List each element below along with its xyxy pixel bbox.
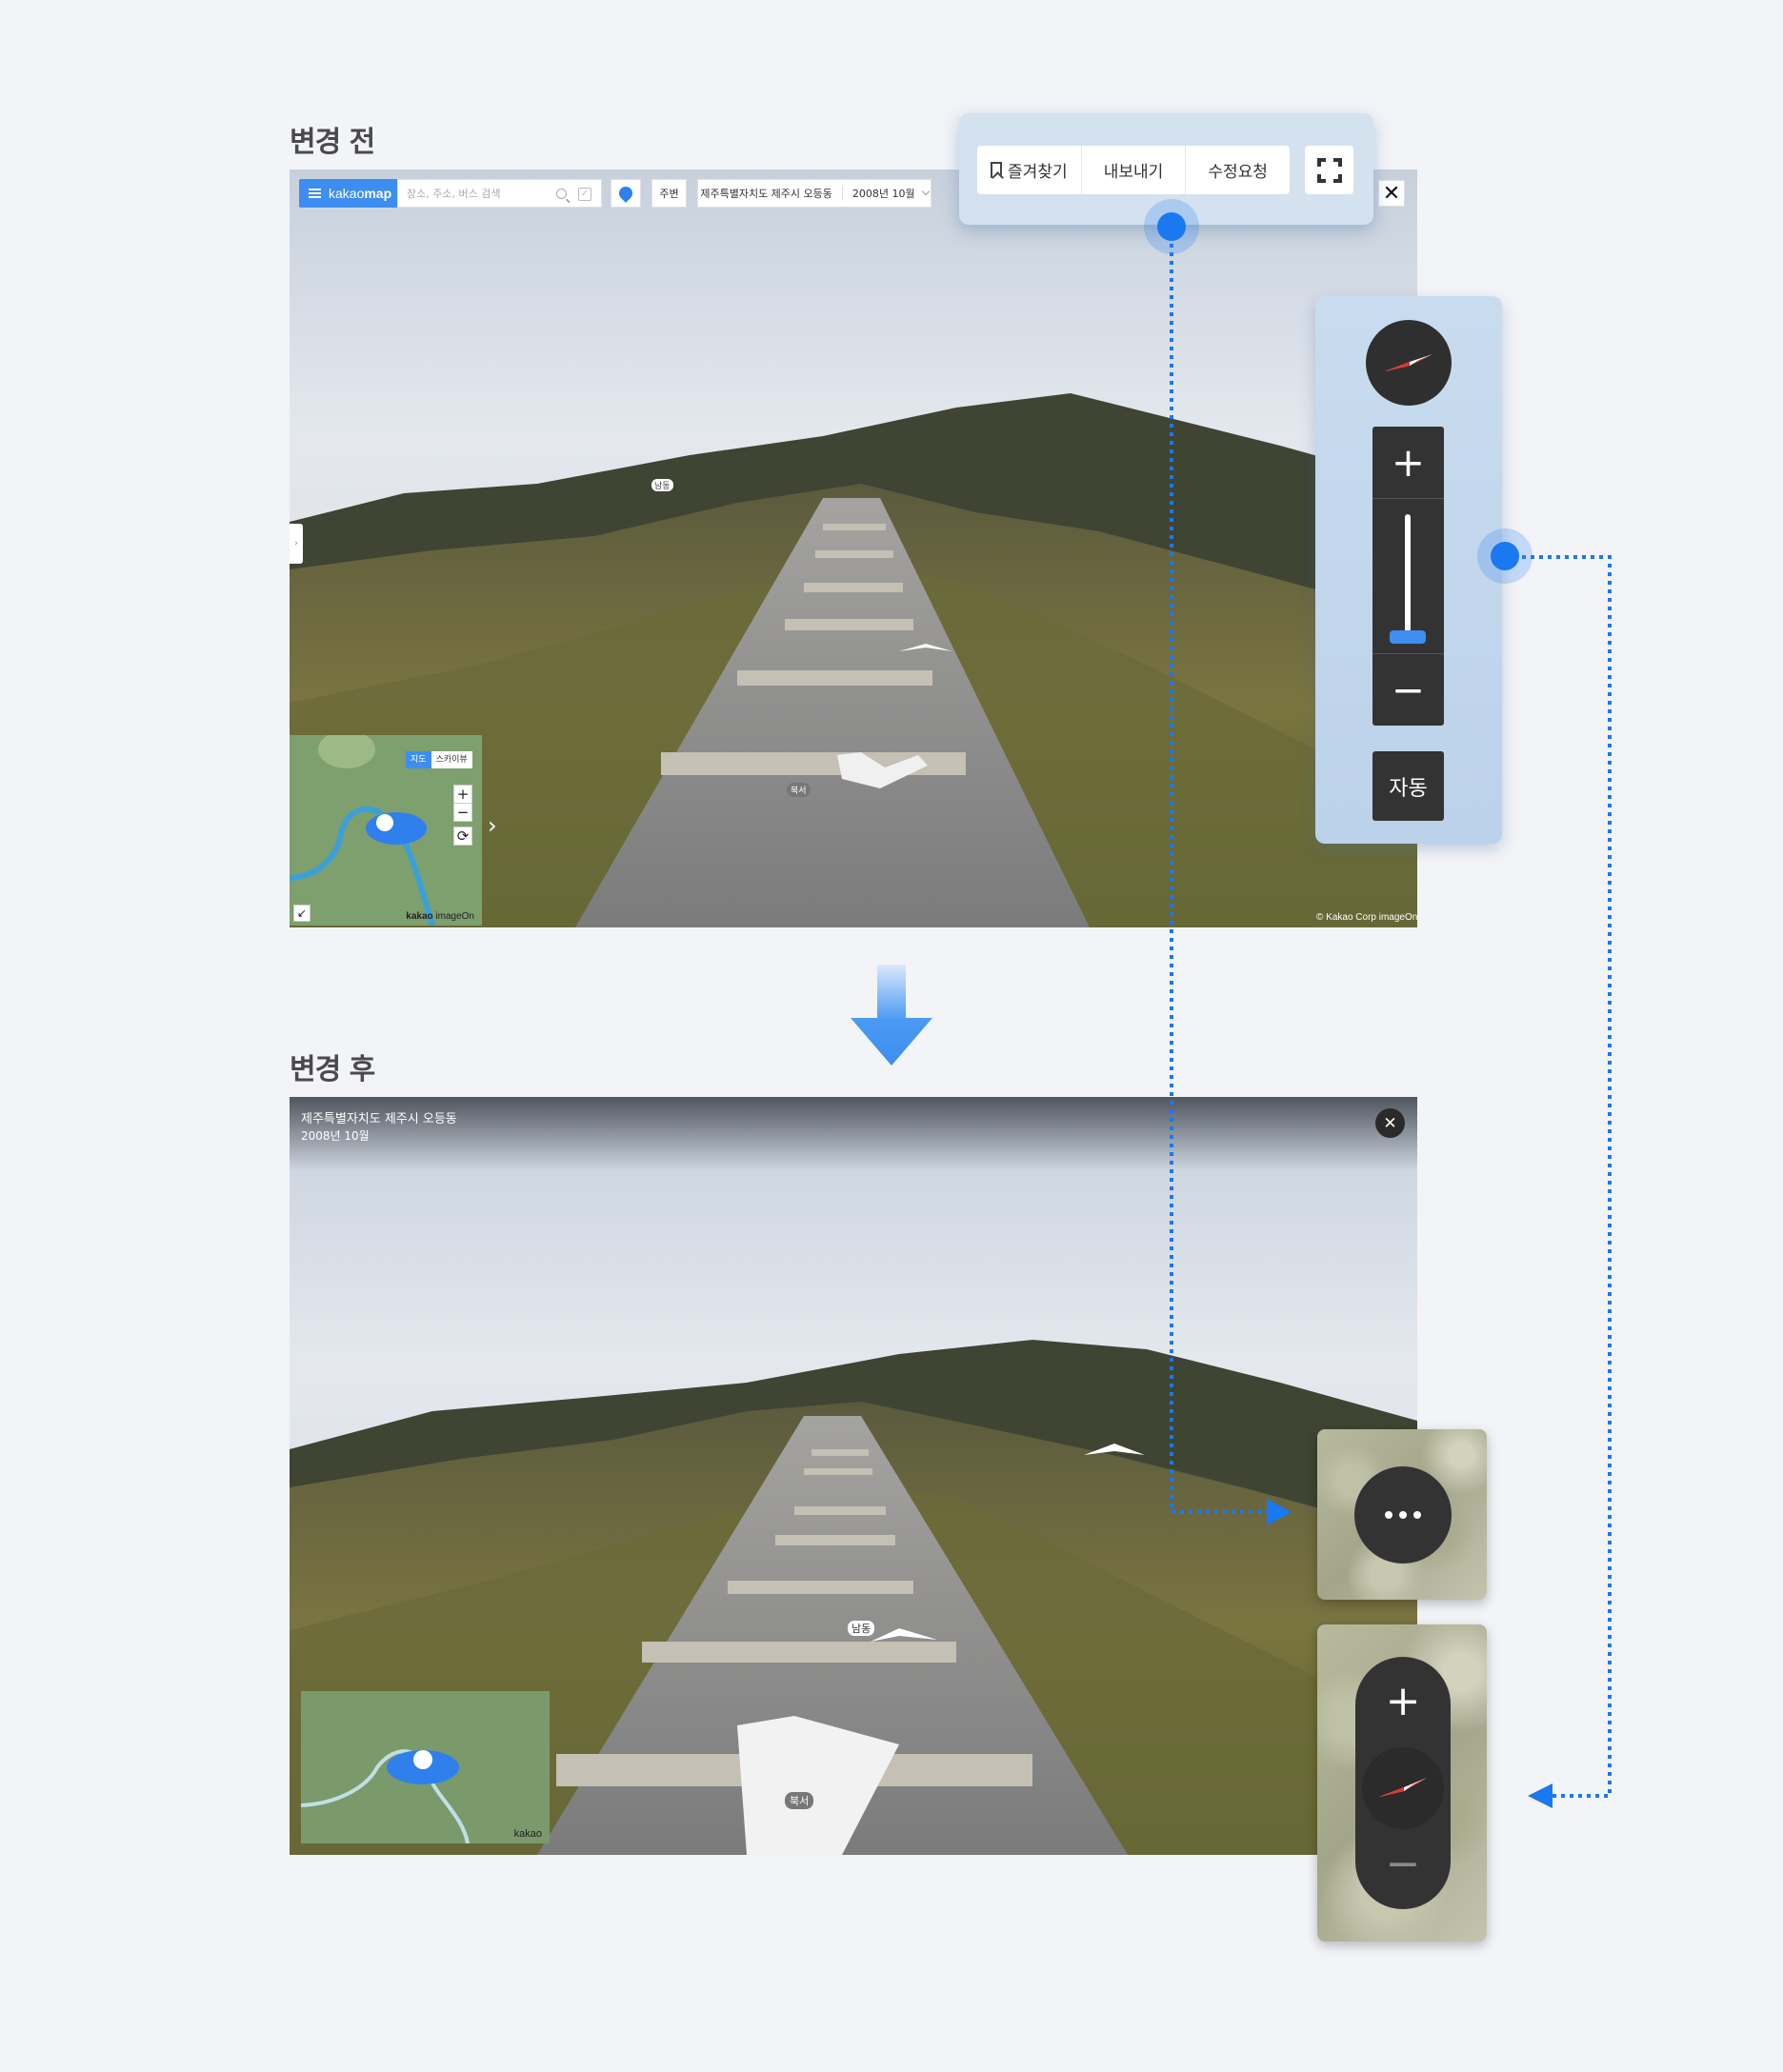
more-options-card: [1317, 1429, 1487, 1600]
dot-icon: [1413, 1511, 1421, 1519]
minimap-logo: kakao imageOn: [406, 911, 474, 922]
zoom-panel-highlight: + − 자동: [1315, 296, 1502, 844]
minimap-collapse-button[interactable]: ↙: [293, 905, 311, 922]
search-input[interactable]: 장소, 주소, 버스 검색 ✓: [397, 179, 602, 208]
address-date-select[interactable]: 제주특별자치도 제주시 오등동 2008년 10월: [697, 179, 932, 208]
brand-bold: map: [364, 186, 392, 201]
dot-icon: [1399, 1511, 1407, 1519]
zoom-compass-card: + −: [1317, 1624, 1487, 1942]
export-label: 내보내기: [1103, 163, 1164, 182]
road-label-north[interactable]: 남동: [848, 1621, 875, 1636]
nearby-button[interactable]: 주변: [651, 179, 687, 208]
compass-icon: [1379, 1778, 1427, 1797]
edit-request-button[interactable]: 수정요청: [1185, 146, 1290, 194]
search-placeholder: 장소, 주소, 버스 검색: [407, 188, 501, 200]
toolbar-marker-dot-core: [1157, 212, 1186, 241]
check-icon[interactable]: ✓: [578, 188, 591, 201]
minimap-refresh-button[interactable]: ⟳: [453, 827, 472, 846]
compass-icon: [1385, 354, 1432, 371]
address-label: 제주특별자치도 제주시 오등동: [301, 1112, 457, 1126]
dot-icon: [1385, 1511, 1392, 1519]
zoom-control: + −: [1372, 427, 1444, 726]
chevron-down-icon: [921, 187, 930, 196]
close-button[interactable]: ✕: [1375, 1108, 1405, 1138]
road-label-south[interactable]: 북서: [787, 783, 811, 797]
address-label: 제주특별자치도 제주시 오등동: [700, 188, 832, 200]
minimap-zoom-in-button[interactable]: +: [453, 785, 472, 804]
after-header-overlay: 제주특별자치도 제주시 오등동 2008년 10월: [290, 1097, 1417, 1171]
zoom-slider-track[interactable]: [1405, 514, 1411, 638]
minimap-logo: kakao: [513, 1828, 542, 1840]
toolbar-button-group: 즐겨찾기 내보내기 수정요청: [977, 146, 1290, 194]
compass-button[interactable]: [1366, 320, 1452, 406]
favorite-button[interactable]: 즐겨찾기: [977, 146, 1081, 194]
export-button[interactable]: 내보내기: [1080, 146, 1186, 194]
brand-light: kakao: [329, 186, 365, 201]
down-arrow-icon: [851, 965, 932, 1066]
minimap-zoom-out-button[interactable]: −: [453, 803, 472, 822]
after-section-title: 변경 후: [290, 1053, 375, 1086]
fullscreen-icon: [1316, 157, 1342, 183]
zoom-slider-handle[interactable]: [1390, 630, 1426, 644]
before-minimap[interactable]: 지도 스카이뷰 + − ⟳ ↙ kakao imageOn: [290, 735, 482, 926]
fullscreen-button[interactable]: [1305, 146, 1353, 194]
more-options-button[interactable]: [1354, 1466, 1452, 1564]
kakaomap-menu-button[interactable]: kakaomap: [299, 179, 397, 208]
zoom-in-button[interactable]: +: [1372, 427, 1444, 499]
date-label: 2008년 10월: [851, 188, 915, 200]
tab-map[interactable]: 지도: [406, 751, 431, 768]
auto-button[interactable]: 자동: [1372, 751, 1444, 821]
before-section-title: 변경 전: [290, 126, 375, 159]
location-pin-button[interactable]: [611, 179, 641, 208]
map-type-toggle[interactable]: 지도 스카이뷰: [406, 751, 472, 768]
after-minimap[interactable]: kakao: [301, 1691, 550, 1843]
arrow-left-icon: [1528, 1783, 1553, 1808]
pin-icon: [616, 184, 635, 203]
minimap-logo-rest: imageOn: [432, 911, 474, 922]
side-collapse-tab[interactable]: ›: [290, 524, 303, 564]
minimap-logo-bold: kakao: [406, 911, 433, 922]
copyright-text: © Kakao Corp imageOn: [1316, 912, 1418, 923]
minimap-terrain: [301, 1749, 470, 1843]
search-icon[interactable]: [556, 189, 567, 199]
bookmark-icon: [991, 162, 1003, 178]
compass-button[interactable]: [1362, 1747, 1444, 1829]
nearby-label: 주변: [659, 188, 679, 200]
close-button[interactable]: ✕: [1378, 180, 1405, 207]
tab-skyview[interactable]: 스카이뷰: [431, 751, 472, 768]
hamburger-icon: [309, 189, 321, 198]
divider: [841, 186, 843, 201]
road-label-south[interactable]: 북서: [785, 1792, 814, 1809]
edit-request-label: 수정요청: [1208, 163, 1268, 182]
zoom-out-button[interactable]: −: [1355, 1841, 1451, 1888]
zoom-pill: + −: [1355, 1657, 1451, 1909]
date-label: 2008년 10월: [301, 1129, 370, 1143]
zoom-marker-dot-core: [1491, 542, 1519, 570]
minimap-expand-chevron[interactable]: ›: [488, 812, 497, 839]
road-label-north[interactable]: 남동: [651, 479, 673, 491]
zoom-in-button[interactable]: +: [1355, 1678, 1451, 1725]
zoom-out-button[interactable]: −: [1372, 653, 1444, 726]
favorite-label: 즐겨찾기: [1008, 163, 1068, 182]
